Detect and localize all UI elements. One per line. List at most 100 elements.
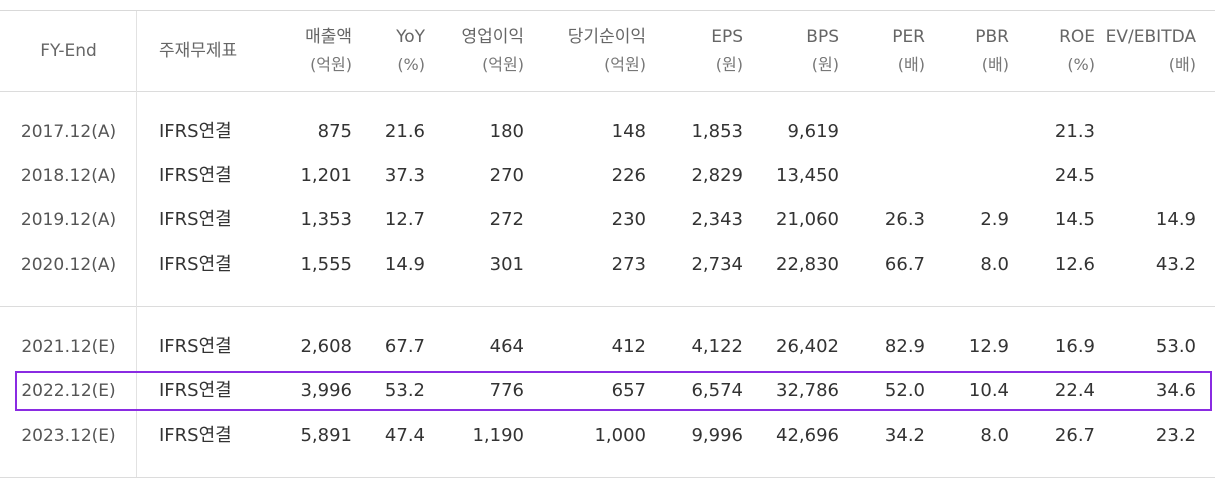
cell-operating-profit: 270 bbox=[489, 165, 524, 186]
header-net-income-unit: (억원) bbox=[604, 55, 646, 74]
header-ev-ebitda: EV/EBITDA (배) bbox=[1106, 24, 1196, 78]
header-bps-unit: (원) bbox=[811, 55, 839, 74]
cell-per: 34.2 bbox=[884, 425, 925, 446]
cell-sales: 1,353 bbox=[300, 209, 352, 230]
cell-yoy: 14.9 bbox=[384, 254, 425, 275]
cell-roe: 24.5 bbox=[1054, 165, 1095, 186]
cell-eps: 6,574 bbox=[691, 380, 743, 401]
cell-roe: 16.9 bbox=[1054, 336, 1095, 357]
cell-year: 2022.12(E) bbox=[21, 381, 116, 401]
cell-yoy: 12.7 bbox=[384, 209, 425, 230]
cell-statement: IFRS연결 bbox=[159, 254, 232, 275]
header-operating-profit-label: 영업이익 bbox=[461, 27, 524, 47]
table-row: 2018.12(A) IFRS연결 1,201 37.3 270 226 2,8… bbox=[0, 156, 1215, 196]
cell-net-income: 148 bbox=[611, 121, 646, 142]
cell-net-income: 230 bbox=[611, 209, 646, 230]
cell-net-income: 226 bbox=[611, 165, 646, 186]
header-pbr-unit: (배) bbox=[981, 55, 1009, 74]
header-fy-end: FY-End bbox=[0, 24, 137, 78]
cell-operating-profit: 464 bbox=[489, 336, 524, 357]
table-bottom-border bbox=[0, 477, 1215, 478]
cell-sales: 875 bbox=[317, 121, 352, 142]
cell-year: 2017.12(A) bbox=[20, 122, 117, 142]
header-eps-unit: (원) bbox=[715, 55, 743, 74]
cell-pbr: 12.9 bbox=[968, 336, 1009, 357]
header-net-income-label: 당기순이익 bbox=[567, 27, 646, 47]
cell-yoy: 67.7 bbox=[384, 336, 425, 357]
cell-pbr: 8.0 bbox=[980, 254, 1009, 275]
cell-eps: 2,734 bbox=[691, 254, 743, 275]
table-row-highlighted: 2022.12(E) IFRS연결 3,996 53.2 776 657 6,5… bbox=[0, 371, 1215, 411]
cell-eps: 2,343 bbox=[691, 209, 743, 230]
cell-net-income: 412 bbox=[611, 336, 646, 357]
cell-operating-profit: 1,190 bbox=[472, 425, 524, 446]
header-ev-ebitda-label: EV/EBITDA bbox=[1105, 27, 1196, 47]
cell-eps: 9,996 bbox=[691, 425, 743, 446]
cell-per: 26.3 bbox=[884, 209, 925, 230]
cell-bps: 13,450 bbox=[776, 165, 839, 186]
header-bottom-border bbox=[0, 91, 1215, 92]
cell-per: 52.0 bbox=[884, 380, 925, 401]
header-operating-profit: 영업이익 (억원) bbox=[461, 24, 524, 78]
header-per-label: PER bbox=[892, 27, 925, 47]
cell-ev-ebitda: 14.9 bbox=[1155, 209, 1196, 230]
cell-yoy: 47.4 bbox=[384, 425, 425, 446]
cell-sales: 1,555 bbox=[300, 254, 352, 275]
cell-operating-profit: 272 bbox=[489, 209, 524, 230]
cell-roe: 12.6 bbox=[1054, 254, 1095, 275]
cell-sales: 5,891 bbox=[300, 425, 352, 446]
cell-operating-profit: 776 bbox=[489, 380, 524, 401]
header-ev-ebitda-unit: (배) bbox=[1168, 55, 1196, 74]
cell-operating-profit: 180 bbox=[489, 121, 524, 142]
cell-roe: 26.7 bbox=[1054, 425, 1095, 446]
cell-yoy: 53.2 bbox=[384, 380, 425, 401]
cell-statement: IFRS연결 bbox=[159, 165, 232, 186]
header-bps: BPS (원) bbox=[806, 24, 839, 78]
table-row: 2017.12(A) IFRS연결 875 21.6 180 148 1,853… bbox=[0, 112, 1215, 152]
cell-ev-ebitda: 53.0 bbox=[1155, 336, 1196, 357]
cell-ev-ebitda: 23.2 bbox=[1155, 425, 1196, 446]
cell-net-income: 1,000 bbox=[594, 425, 646, 446]
cell-statement: IFRS연결 bbox=[159, 121, 232, 142]
actual-estimate-separator bbox=[0, 306, 1215, 307]
table-row: 2020.12(A) IFRS연결 1,555 14.9 301 273 2,7… bbox=[0, 245, 1215, 285]
cell-bps: 21,060 bbox=[776, 209, 839, 230]
header-sales-unit: (억원) bbox=[310, 55, 352, 74]
cell-pbr: 10.4 bbox=[968, 380, 1009, 401]
header-fy-end-label: FY-End bbox=[40, 41, 97, 61]
cell-per: 66.7 bbox=[884, 254, 925, 275]
cell-bps: 9,619 bbox=[787, 121, 839, 142]
header-per-unit: (배) bbox=[897, 55, 925, 74]
cell-bps: 26,402 bbox=[776, 336, 839, 357]
header-roe: ROE (%) bbox=[1059, 24, 1095, 78]
cell-ev-ebitda: 43.2 bbox=[1155, 254, 1196, 275]
cell-roe: 22.4 bbox=[1054, 380, 1095, 401]
header-per: PER (배) bbox=[892, 24, 925, 78]
cell-eps: 4,122 bbox=[691, 336, 743, 357]
header-roe-label: ROE bbox=[1059, 27, 1095, 47]
cell-eps: 2,829 bbox=[691, 165, 743, 186]
cell-sales: 1,201 bbox=[300, 165, 352, 186]
header-sales: 매출액 (억원) bbox=[305, 24, 352, 78]
cell-roe: 21.3 bbox=[1054, 121, 1095, 142]
header-operating-profit-unit: (억원) bbox=[482, 55, 524, 74]
table-row: 2023.12(E) IFRS연결 5,891 47.4 1,190 1,000… bbox=[0, 416, 1215, 456]
cell-year: 2023.12(E) bbox=[21, 426, 116, 446]
cell-bps: 22,830 bbox=[776, 254, 839, 275]
header-yoy-unit: (%) bbox=[397, 55, 425, 74]
cell-statement: IFRS연결 bbox=[159, 336, 232, 357]
header-net-income: 당기순이익 (억원) bbox=[568, 24, 646, 78]
cell-roe: 14.5 bbox=[1054, 209, 1095, 230]
cell-net-income: 273 bbox=[611, 254, 646, 275]
cell-per: 82.9 bbox=[884, 336, 925, 357]
header-yoy: YoY (%) bbox=[396, 24, 425, 78]
cell-sales: 3,996 bbox=[300, 380, 352, 401]
header-eps: EPS (원) bbox=[711, 24, 743, 78]
header-eps-label: EPS bbox=[711, 27, 743, 47]
header-statement-label: 주재무제표 bbox=[159, 41, 238, 61]
header-statement: 주재무제표 bbox=[159, 24, 237, 78]
cell-year: 2021.12(E) bbox=[21, 337, 116, 357]
header-roe-unit: (%) bbox=[1067, 55, 1095, 74]
cell-eps: 1,853 bbox=[691, 121, 743, 142]
header-pbr-label: PBR bbox=[975, 27, 1009, 47]
